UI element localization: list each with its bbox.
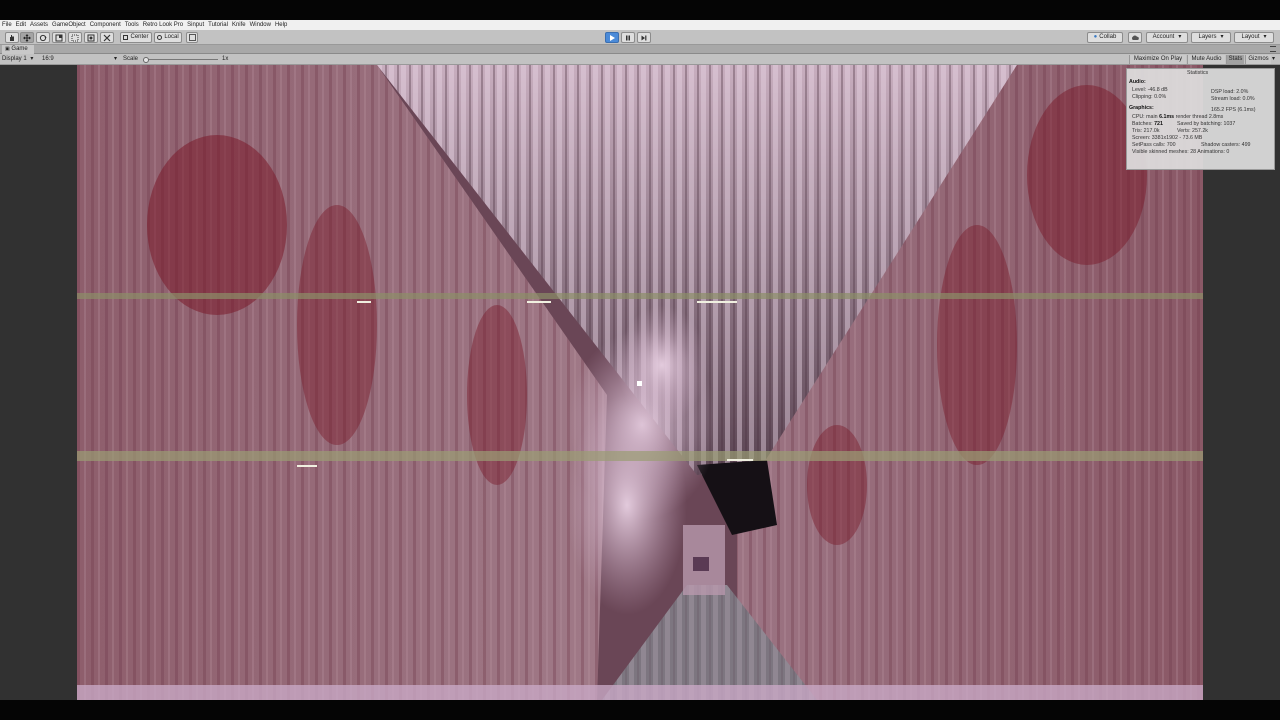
menu-component[interactable]: Component [90,20,121,30]
dsp-load: DSP load: 2.0% [1211,89,1249,95]
layers-label: Layers [1198,34,1217,40]
stats-toggle[interactable]: Stats [1226,55,1244,64]
menu-retro-look-pro[interactable]: Retro Look Pro [143,20,183,30]
menu-sinput[interactable]: Sinput [187,20,204,30]
fps-readout: 165.2 FPS (6.1ms) [1211,107,1256,113]
layout-label: Layout [1241,34,1260,40]
screen-readout: Screen: 3381x1902 - 73.6 MB [1132,135,1203,141]
statistics-panel: Statistics Audio: Level: -46.8 dB DSP lo… [1126,68,1275,170]
shadow-casters-readout: Shadow casters: 499 [1201,142,1251,148]
render-thread: render thread 2.8ms [1175,114,1224,120]
menu-help[interactable]: Help [275,20,287,30]
saved-by-batching: Saved by batching: 1037 [1177,121,1236,127]
corridor-scene-image [77,65,1203,700]
menu-knife[interactable]: Knife [232,20,246,30]
batches-label: Batches: [1132,121,1153,127]
menu-gameobject[interactable]: GameObject [52,20,86,30]
menu-tutorial[interactable]: Tutorial [208,20,228,30]
layout-dropdown[interactable]: Layout ▾ [1234,32,1274,43]
pivot-label: Center [130,34,149,40]
collab-label: Collab [1099,34,1117,40]
local-icon [157,35,163,40]
snap-grid-icon[interactable] [186,32,198,43]
audio-clipping: Clipping: 0.0% [1132,94,1167,100]
scale-label: Scale [123,56,139,62]
top-black-bar [0,0,1280,20]
main-toolbar: Center Local ● Collab Account ▾ Layers ▾… [0,30,1280,45]
space-label: Local [164,34,179,40]
verts-readout: Verts: 257.2k [1177,128,1208,134]
step-icon[interactable] [637,32,651,43]
move-tool-icon[interactable] [20,32,34,43]
aspect-label: 16:9 [42,56,54,62]
chevron-down-icon: ▾ [30,56,34,62]
audio-heading: Audio: [1129,79,1146,85]
bottom-black-bar [0,700,1280,720]
space-local-button[interactable]: Local [154,32,182,43]
menu-edit[interactable]: Edit [16,20,26,30]
transform-tool-icon[interactable] [84,32,98,43]
maximize-on-play-toggle[interactable]: Maximize On Play [1129,55,1186,64]
graphics-heading: Graphics: [1129,105,1154,111]
display-dropdown[interactable]: Display 1 ▾ [2,54,33,65]
account-dropdown[interactable]: Account ▾ [1146,32,1188,43]
gizmos-chevron-down-icon[interactable]: ▾ [1272,54,1275,65]
aspect-chevron-down-icon[interactable]: ▾ [114,54,117,65]
game-tab-icon: ▣ [5,46,10,52]
layers-dropdown[interactable]: Layers ▾ [1191,32,1231,43]
rotate-tool-icon[interactable] [36,32,50,43]
gizmos-toggle[interactable]: Gizmos [1245,55,1271,64]
pivot-icon [123,35,129,40]
display-label: Display 1 [2,56,27,62]
scale-slider-handle[interactable] [143,57,149,63]
tris-readout: Tris: 217.0k [1132,128,1160,134]
window-tab-row: ▣ Game [0,45,1280,54]
game-view-render[interactable] [77,65,1203,700]
collab-button[interactable]: ● Collab [1087,32,1123,43]
skinned-meshes-readout: Visible skinned meshes: 28 Animations: 0 [1132,149,1230,155]
menu-tools[interactable]: Tools [125,20,139,30]
chevron-down-icon: ▾ [1263,34,1267,40]
audio-level: Level: -46.8 dB [1132,87,1168,93]
pivot-center-button[interactable]: Center [120,32,152,43]
cloud-icon[interactable] [1128,32,1142,43]
play-icon[interactable] [605,32,619,43]
custom-tool-icon[interactable] [100,32,114,43]
cpu-main: 6.1ms [1159,114,1175,120]
rect-tool-icon[interactable] [68,32,82,43]
statistics-title: Statistics [1187,70,1209,76]
pause-icon[interactable] [621,32,635,43]
menu-bar: File Edit Assets GameObject Component To… [0,20,1280,30]
batches-readout: Batches: 721 [1132,121,1163,128]
tab-menu-icon[interactable] [1270,46,1276,52]
chevron-down-icon: ▾ [1220,34,1224,40]
mute-audio-toggle[interactable]: Mute Audio [1187,55,1225,64]
stream-load: Stream load: 0.0% [1211,96,1255,102]
menu-assets[interactable]: Assets [30,20,48,30]
collab-icon: ● [1093,34,1098,40]
scale-value: 1x [222,56,229,62]
hand-tool-icon[interactable] [5,32,19,43]
chevron-down-icon: ▾ [1178,34,1182,40]
cpu-readout: CPU: main 6.1ms render thread 2.8ms [1132,114,1223,121]
setpass-readout: SetPass calls: 700 [1132,142,1176,148]
menu-window[interactable]: Window [250,20,271,30]
game-tab-label: Game [11,46,28,52]
menu-file[interactable]: File [2,20,12,30]
batches-value: 721 [1154,121,1163,127]
tab-game[interactable]: ▣ Game [2,45,34,54]
scale-slider-track[interactable] [146,59,218,60]
aspect-dropdown[interactable]: 16:9 [42,54,54,65]
account-label: Account [1152,34,1175,40]
scale-tool-icon[interactable] [52,32,66,43]
cpu-prefix: CPU: main [1132,114,1158,120]
